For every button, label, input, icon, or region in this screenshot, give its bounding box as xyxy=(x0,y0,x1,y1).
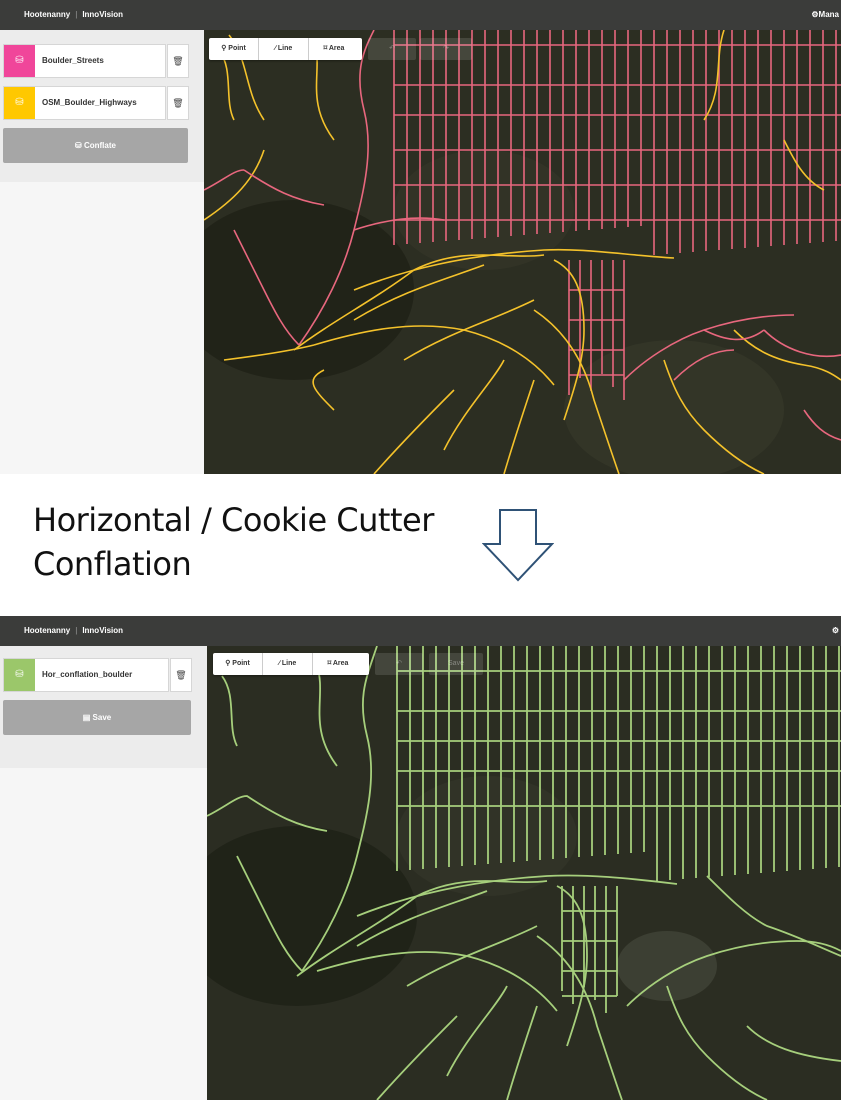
layers-stack-icon: ⛁ xyxy=(75,141,82,150)
caption-line-1: Horizontal / Cookie Cutter xyxy=(33,501,434,539)
trash-icon[interactable]: 🗑 xyxy=(167,44,189,78)
area-tool-button[interactable]: ⌑ Area xyxy=(309,38,359,60)
point-tool-button[interactable]: ⚲ Point xyxy=(209,38,259,60)
tool-label: Area xyxy=(332,660,349,667)
save-map-button[interactable]: Save xyxy=(429,653,483,675)
tool-label: Point xyxy=(232,660,250,667)
down-arrow-icon xyxy=(482,509,554,582)
conflate-label: Conflate xyxy=(83,141,116,150)
polygon-icon: ⌑ xyxy=(323,45,328,52)
draw-toolbar: ⚲ Point ∕ Line ⌑ Area xyxy=(213,653,369,675)
tool-label: Line xyxy=(281,660,297,667)
point-tool-button[interactable]: ⚲ Point xyxy=(213,653,263,675)
layer-panel: ⛁ Boulder_Streets 🗑 ⛁ OSM_Boulder_Highwa… xyxy=(0,30,204,182)
layer-row-osm-boulder-highways[interactable]: ⛁ OSM_Boulder_Highways 🗑 xyxy=(3,86,189,120)
top-navbar: Hootenanny | InnoVision ⚙Mana xyxy=(0,0,841,30)
map-pin-icon: ⚲ xyxy=(225,660,231,667)
save-map-label: Save xyxy=(448,660,464,667)
map-canvas[interactable]: ⚲ Point ∕ Line ⌑ Area ↶ ↷ xyxy=(204,30,841,474)
gear-icon: ⚙ xyxy=(831,626,839,635)
area-tool-button[interactable]: ⌑ Area xyxy=(313,653,363,675)
brand-separator: | xyxy=(75,626,78,635)
manage-button[interactable]: ⚙Mana xyxy=(811,10,839,19)
layer-panel: ⛁ Hor_conflation_boulder 🗑 ▤ Save xyxy=(0,646,207,768)
tool-label: Area xyxy=(328,45,345,52)
tool-label: Point xyxy=(228,45,246,52)
line-tool-button[interactable]: ∕ Line xyxy=(259,38,309,60)
database-icon: ⛁ xyxy=(4,87,35,119)
undo-button[interactable]: ↶ xyxy=(368,38,416,60)
product-name: InnoVision xyxy=(82,10,124,19)
after-conflation-screenshot: Hootenanny | InnoVision ⚙ ⛁ Hor_conflation… xyxy=(0,616,841,1100)
sidebar: ⛁ Boulder_Streets 🗑 ⛁ OSM_Boulder_Highwa… xyxy=(0,30,204,474)
layer-name: Boulder_Streets xyxy=(42,56,104,65)
conflate-button[interactable]: ⛁ Conflate xyxy=(3,128,188,163)
before-conflation-screenshot: Hootenanny | InnoVision ⚙Mana ⛁ Boulder_St… xyxy=(0,0,841,474)
layer-name: Hor_conflation_boulder xyxy=(42,670,133,679)
redo-button[interactable]: ↷ xyxy=(420,38,472,60)
line-tool-button[interactable]: ∕ Line xyxy=(263,653,313,675)
pencil-icon: ∕ xyxy=(278,660,280,667)
save-label: Save xyxy=(92,713,112,722)
map-canvas[interactable]: ⚲ Point ∕ Line ⌑ Area ↶ Save xyxy=(207,646,841,1100)
layer-row-hor-conflation-boulder[interactable]: ⛁ Hor_conflation_boulder 🗑 xyxy=(3,658,192,692)
layer-row-boulder-streets[interactable]: ⛁ Boulder_Streets 🗑 xyxy=(3,44,189,78)
settings-button[interactable]: ⚙ xyxy=(832,626,839,635)
polygon-icon: ⌑ xyxy=(327,660,332,667)
database-icon: ⛁ xyxy=(4,659,35,691)
brand-separator: | xyxy=(75,10,78,19)
brand-name: Hootenanny xyxy=(24,10,71,19)
database-icon: ⛁ xyxy=(4,45,35,77)
app-brand: Hootenanny | InnoVision xyxy=(24,626,123,635)
sidebar: ⛁ Hor_conflation_boulder 🗑 ▤ Save xyxy=(0,646,207,1100)
slide-caption: Horizontal / Cookie Cutter Conflation xyxy=(33,498,434,586)
brand-name: Hootenanny xyxy=(24,626,71,635)
app-brand: Hootenanny | InnoVision xyxy=(24,10,123,19)
tool-label: Line xyxy=(277,45,293,52)
manage-label: Mana xyxy=(818,10,839,19)
draw-toolbar: ⚲ Point ∕ Line ⌑ Area xyxy=(209,38,362,60)
undo-icon: ↶ xyxy=(396,660,402,667)
caption-line-2: Conflation xyxy=(33,545,192,583)
map-vector-layer xyxy=(207,646,841,1100)
map-pin-icon: ⚲ xyxy=(221,45,227,52)
gear-icon: ⚙ xyxy=(811,10,819,19)
save-button[interactable]: ▤ Save xyxy=(3,700,191,735)
product-name: InnoVision xyxy=(82,626,124,635)
save-icon: ▤ xyxy=(82,713,91,722)
top-navbar: Hootenanny | InnoVision ⚙ xyxy=(0,616,841,646)
pencil-icon: ∕ xyxy=(274,45,276,52)
redo-icon: ↷ xyxy=(443,45,449,52)
layer-name: OSM_Boulder_Highways xyxy=(42,98,137,107)
map-vector-layer xyxy=(204,30,841,474)
trash-icon[interactable]: 🗑 xyxy=(167,86,189,120)
undo-button[interactable]: ↶ xyxy=(375,653,423,675)
trash-icon[interactable]: 🗑 xyxy=(170,658,192,692)
undo-icon: ↶ xyxy=(389,45,395,52)
